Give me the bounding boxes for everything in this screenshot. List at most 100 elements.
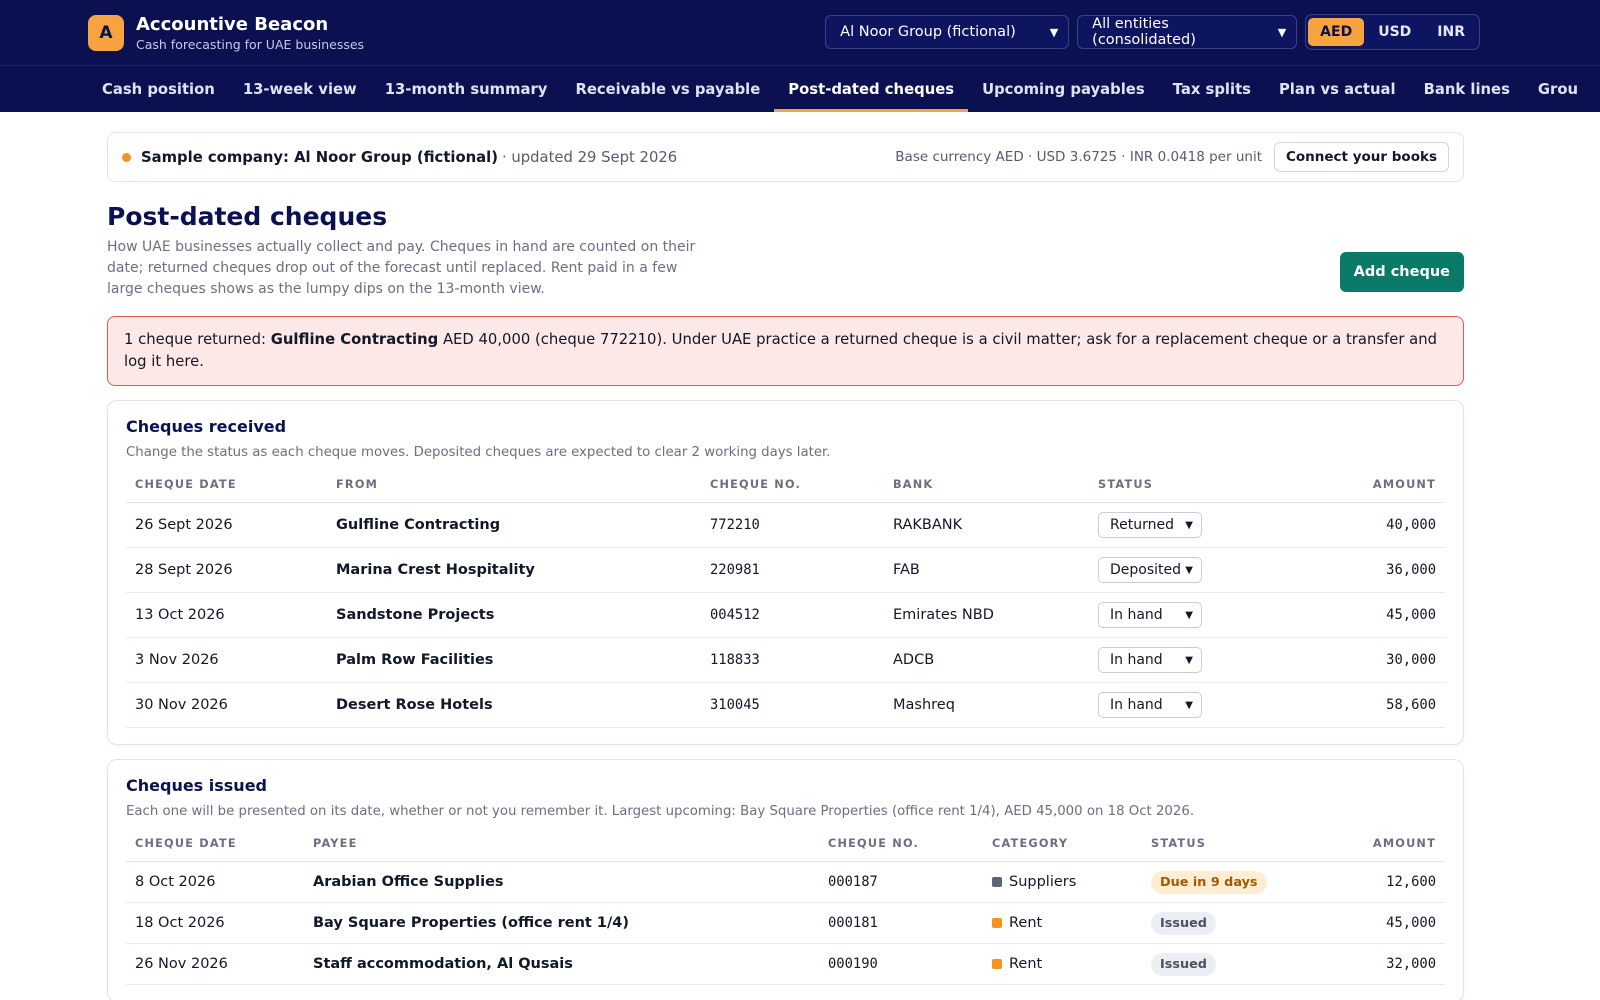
chevron-down-icon: ▼ <box>1049 25 1059 39</box>
column-header: AMOUNT <box>1330 837 1445 862</box>
received-subtitle: Change the status as each cheque moves. … <box>126 445 831 460</box>
cheques-issued-card: Cheques issued Each one will be presente… <box>107 759 1464 1000</box>
currency-toggle: AED USD INR <box>1305 14 1480 50</box>
column-header: STATUS <box>1089 478 1303 503</box>
amount: 45,000 <box>1330 902 1445 944</box>
banner-company: Sample company: Al Noor Group (fictional… <box>141 148 498 166</box>
column-header: STATUS <box>1142 837 1331 862</box>
status-cell: Deposited ▼ <box>1089 547 1303 593</box>
column-header: PAYEE <box>304 837 819 862</box>
banner-rates: Base currency AED · USD 3.6725 · INR 0.0… <box>895 149 1262 165</box>
cheque-date: 18 Oct 2026 <box>126 902 304 944</box>
tab-post-dated-cheques[interactable]: Post-dated cheques <box>774 66 968 112</box>
tab-bank-lines[interactable]: Bank lines <box>1410 66 1524 112</box>
tab-13-week-view[interactable]: 13-week view <box>229 66 371 112</box>
issued-subtitle: Each one will be presented on its date, … <box>126 804 1195 819</box>
chevron-down-icon: ▼ <box>1185 609 1193 621</box>
status-badge: Issued <box>1151 952 1216 976</box>
currency-usd-button[interactable]: USD <box>1366 18 1423 46</box>
status-select-value: Deposited <box>1110 562 1182 578</box>
status-select[interactable]: In hand ▼ <box>1098 602 1202 628</box>
amount: 30,000 <box>1302 637 1445 683</box>
status-select-value: In hand <box>1110 652 1163 668</box>
category-cell: Suppliers <box>983 861 1142 903</box>
category-cell: Rent <box>983 902 1142 944</box>
received-title: Cheques received <box>126 417 287 436</box>
from-name: Marina Crest Hospitality <box>327 547 701 593</box>
table-row: 26 Sept 2026 Gulfline Contracting 772210 RA… <box>126 502 1445 548</box>
cheque-number: 220981 <box>701 547 884 593</box>
from-name: Sandstone Projects <box>327 592 701 638</box>
amount: 45,000 <box>1302 592 1445 638</box>
status-select-value: In hand <box>1110 607 1163 623</box>
app-logo: A <box>88 14 124 51</box>
category-cell: Rent <box>983 943 1142 985</box>
app-name: Accountive Beacon <box>136 13 329 35</box>
cheque-number: 000187 <box>819 861 983 903</box>
cheque-date: 30 Nov 2026 <box>126 682 327 728</box>
alert-prefix: 1 cheque returned: <box>124 331 271 348</box>
app-tagline: Cash forecasting for UAE businesses <box>136 36 365 52</box>
page-title: Post-dated cheques <box>107 202 388 231</box>
company-select-value: Al Noor Group (fictional) <box>840 24 1016 40</box>
from-name: Desert Rose Hotels <box>327 682 701 728</box>
cheque-date: 3 Nov 2026 <box>126 637 327 683</box>
tab-cash-position[interactable]: Cash position <box>88 66 229 112</box>
column-header: FROM <box>327 478 701 503</box>
column-header: CATEGORY <box>983 837 1142 862</box>
tab-upcoming-payables[interactable]: Upcoming payables <box>968 66 1159 112</box>
cheque-date: 26 Nov 2026 <box>126 943 304 985</box>
amount: 58,600 <box>1302 682 1445 728</box>
amount: 12,600 <box>1330 861 1445 903</box>
entity-select[interactable]: All entities (consolidated) ▼ <box>1077 15 1298 49</box>
category-swatch-icon <box>992 918 1002 928</box>
status-cell: Issued <box>1142 902 1331 944</box>
tab-plan-vs-actual[interactable]: Plan vs actual <box>1265 66 1410 112</box>
entity-select-value: All entities (consolidated) <box>1092 16 1196 48</box>
payee-name: Staff accommodation, Al Qusais <box>304 943 819 985</box>
main-content: Sample company: Al Noor Group (fictional… <box>0 112 1600 1000</box>
cheque-number: 004512 <box>701 592 884 638</box>
brand: Accountive Beacon Cash forecasting for U… <box>136 14 364 52</box>
bank-name: RAKBANK <box>884 502 1089 548</box>
category-swatch-icon <box>992 959 1002 969</box>
add-cheque-button[interactable]: Add cheque <box>1339 252 1464 292</box>
status-cell: Issued <box>1142 943 1331 985</box>
column-header: CHEQUE DATE <box>126 478 327 503</box>
company-select[interactable]: Al Noor Group (fictional) ▼ <box>825 15 1070 49</box>
tab-group[interactable]: Grou <box>1524 66 1592 112</box>
table-row: 18 Oct 2026 Bay Square Properties (office… <box>126 902 1445 944</box>
chevron-down-icon: ▼ <box>1185 699 1193 711</box>
status-select[interactable]: In hand ▼ <box>1098 647 1202 673</box>
cheque-number: 000190 <box>819 943 983 985</box>
bank-name: FAB <box>884 547 1089 593</box>
status-select[interactable]: Deposited ▼ <box>1098 557 1202 583</box>
tab-13-month-summary[interactable]: 13-month summary <box>371 66 562 112</box>
status-cell: Due in 9 days <box>1142 861 1331 903</box>
currency-inr-button[interactable]: INR <box>1425 18 1477 46</box>
connect-books-button[interactable]: Connect your books <box>1274 142 1449 172</box>
top-bar: A Accountive Beacon Cash forecasting for… <box>0 0 1600 65</box>
payee-name: Arabian Office Supplies <box>304 861 819 903</box>
status-cell: In hand ▼ <box>1089 637 1303 683</box>
amount: 36,000 <box>1302 547 1445 593</box>
category-swatch-icon <box>992 877 1002 887</box>
top-controls: Al Noor Group (fictional) ▼ All entities… <box>825 14 1480 50</box>
from-name: Gulfline Contracting <box>327 502 701 548</box>
cheque-date: 13 Oct 2026 <box>126 592 327 638</box>
page-description: How UAE businesses actually collect and … <box>107 239 696 297</box>
status-select[interactable]: In hand ▼ <box>1098 692 1202 718</box>
column-header: CHEQUE NO. <box>701 478 884 503</box>
amount: 32,000 <box>1330 943 1445 985</box>
status-select[interactable]: Returned ▼ <box>1098 512 1202 538</box>
chevron-down-icon: ▼ <box>1185 519 1193 531</box>
currency-aed-button[interactable]: AED <box>1308 18 1365 46</box>
status-cell: In hand ▼ <box>1089 592 1303 638</box>
cheque-number: 000181 <box>819 902 983 944</box>
tab-receivable-vs-payable[interactable]: Receivable vs payable <box>561 66 774 112</box>
category-label: Suppliers <box>1009 874 1077 890</box>
amount: 40,000 <box>1302 502 1445 548</box>
bank-name: Emirates NBD <box>884 592 1089 638</box>
tab-tax-splits[interactable]: Tax splits <box>1159 66 1265 112</box>
cheque-date: 26 Sept 2026 <box>126 502 327 548</box>
